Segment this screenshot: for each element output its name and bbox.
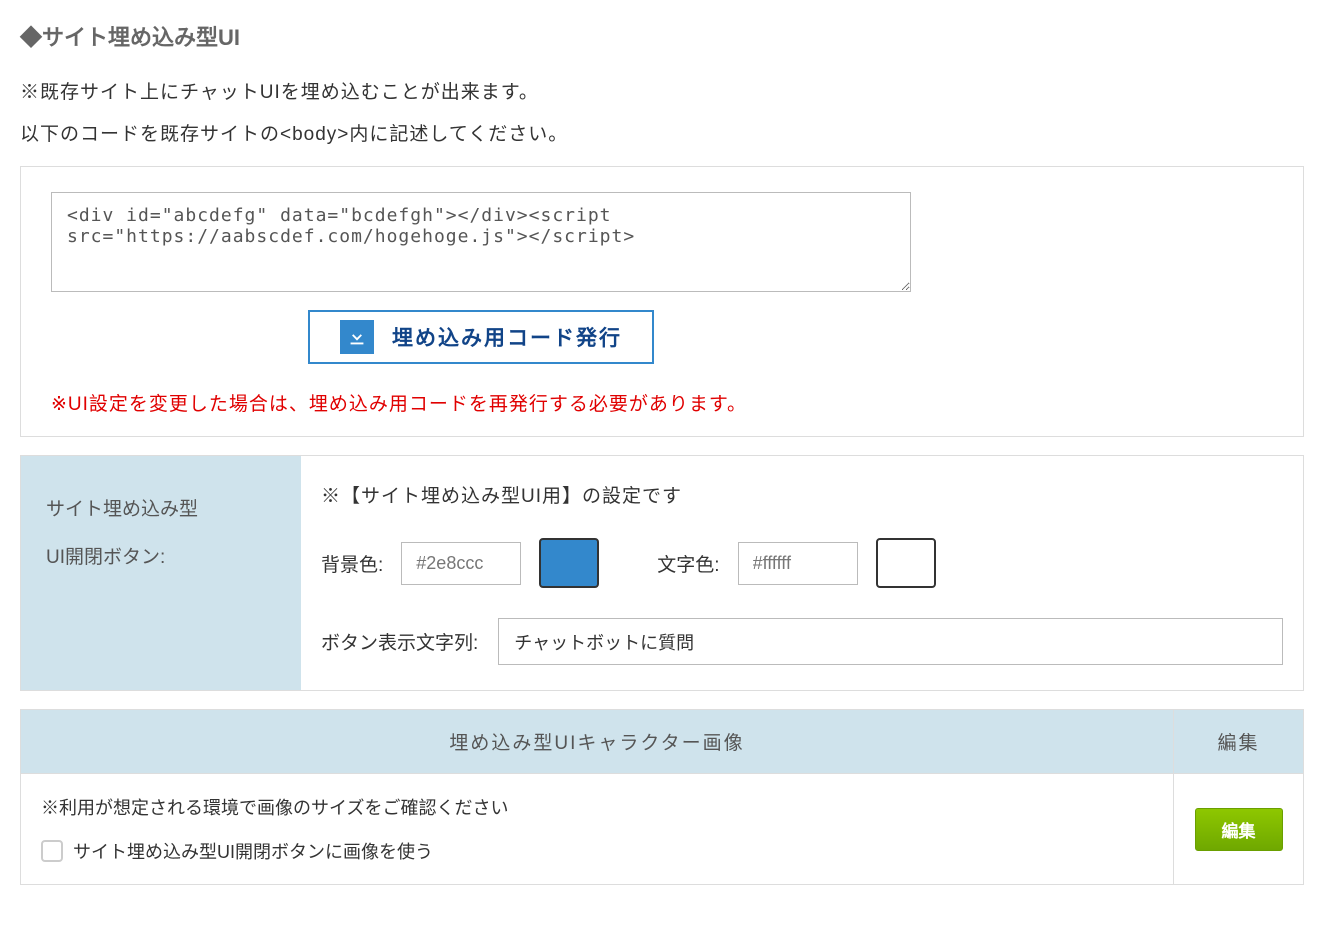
bgcolor-input[interactable] bbox=[401, 542, 521, 585]
edit-header: 編集 bbox=[1174, 710, 1304, 774]
description-line-2: 以下のコードを既存サイトの<body>内に記述してください。 bbox=[20, 119, 1304, 146]
use-image-checkbox-row[interactable]: サイト埋め込み型UI開閉ボタンに画像を使う bbox=[41, 838, 1153, 864]
btntext-input[interactable] bbox=[498, 618, 1283, 665]
fgcolor-input[interactable] bbox=[738, 542, 858, 585]
settings-note: ※【サイト埋め込み型UI用】の設定です bbox=[321, 481, 1283, 508]
button-text-row: ボタン表示文字列: bbox=[321, 618, 1283, 665]
bgcolor-label: 背景色: bbox=[321, 550, 383, 577]
toggle-button-settings: サイト埋め込み型 UI開閉ボタン: ※【サイト埋め込み型UI用】の設定です 背景… bbox=[20, 455, 1304, 691]
embed-code-panel: 埋め込み用コード発行 ※UI設定を変更した場合は、埋め込み用コードを再発行する必… bbox=[20, 166, 1304, 437]
btntext-label: ボタン表示文字列: bbox=[321, 628, 478, 655]
embed-code-textarea[interactable] bbox=[51, 192, 911, 292]
generate-code-button[interactable]: 埋め込み用コード発行 bbox=[308, 310, 654, 364]
image-size-note: ※利用が想定される環境で画像のサイズをご確認ください bbox=[41, 794, 1153, 820]
section-title: ◆サイト埋め込み型UI bbox=[20, 20, 1304, 52]
fgcolor-swatch[interactable] bbox=[876, 538, 936, 588]
edit-button[interactable]: 編集 bbox=[1195, 808, 1283, 851]
download-icon bbox=[340, 320, 374, 354]
fgcolor-label: 文字色: bbox=[657, 550, 719, 577]
settings-side-label: サイト埋め込み型 UI開閉ボタン: bbox=[21, 456, 301, 690]
color-row: 背景色: 文字色: bbox=[321, 538, 1283, 588]
table-row: ※利用が想定される環境で画像のサイズをご確認ください サイト埋め込み型UI開閉ボ… bbox=[21, 774, 1304, 885]
settings-body: ※【サイト埋め込み型UI用】の設定です 背景色: 文字色: ボタン表示文字列: bbox=[301, 456, 1303, 690]
settings-label-line1: サイト埋め込み型 bbox=[46, 486, 276, 534]
generate-code-button-label: 埋め込み用コード発行 bbox=[392, 322, 622, 352]
checkbox-icon[interactable] bbox=[41, 840, 63, 862]
image-header: 埋め込み型UIキャラクター画像 bbox=[21, 710, 1174, 774]
character-image-table: 埋め込み型UIキャラクター画像 編集 ※利用が想定される環境で画像のサイズをご確… bbox=[20, 709, 1304, 885]
warning-text: ※UI設定を変更した場合は、埋め込み用コードを再発行する必要があります。 bbox=[51, 389, 1273, 416]
use-image-checkbox-label: サイト埋め込み型UI開閉ボタンに画像を使う bbox=[73, 838, 433, 864]
bgcolor-swatch[interactable] bbox=[539, 538, 599, 588]
settings-label-line2: UI開閉ボタン: bbox=[46, 534, 276, 582]
description-line-1: ※既存サイト上にチャットUIを埋め込むことが出来ます。 bbox=[20, 77, 1304, 104]
